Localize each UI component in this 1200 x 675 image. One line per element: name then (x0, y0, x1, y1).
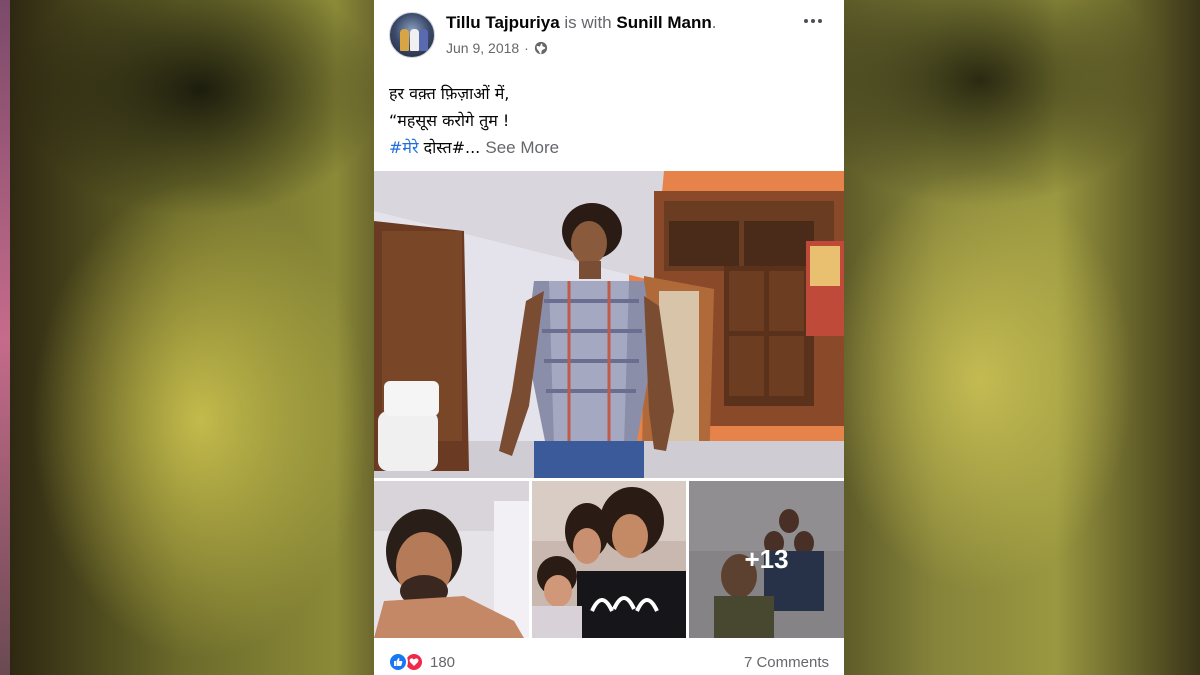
main-photo[interactable] (374, 171, 844, 478)
photo-thumb-2[interactable] (532, 481, 686, 638)
more-photos-overlay[interactable]: +13 (689, 481, 844, 638)
like-icon (388, 652, 408, 672)
main-photo-image (374, 171, 844, 478)
caption-line-2: “महसूस करोगे तुम ! (389, 111, 510, 130)
post-header: Tillu Tajpuriya is with Sunill Mann. Jun… (374, 0, 844, 70)
tagged-name[interactable]: Sunill Mann (616, 13, 711, 32)
photo-grid: +13 (374, 481, 844, 638)
caption-line-1: हर वक़्त फ़िज़ाओं में, (389, 84, 510, 103)
period: . (711, 13, 717, 32)
post-meta: Jun 9, 2018 · (446, 40, 548, 56)
meta-separator: · (524, 40, 529, 56)
post-caption: हर वक़्त फ़िज़ाओं में, “महसूस करोगे तुम … (389, 80, 829, 161)
photo-thumb-3[interactable]: +13 (689, 481, 844, 638)
with-text: is with (564, 13, 612, 32)
author-line: Tillu Tajpuriya is with Sunill Mann. (446, 13, 717, 33)
background-edge (0, 0, 10, 675)
caption-line-3-text: दोस्त#... (418, 138, 481, 157)
author-name[interactable]: Tillu Tajpuriya (446, 13, 560, 32)
photo-thumb-1[interactable] (374, 481, 529, 638)
globe-icon[interactable] (534, 41, 548, 55)
reaction-count: 180 (430, 653, 456, 671)
post-date[interactable]: Jun 9, 2018 (446, 40, 519, 56)
post-footer: 180 7 Comments (374, 640, 844, 675)
reactions-summary[interactable]: 180 (388, 652, 455, 672)
caption-line-3: #मेरे दोस्त#... See More (389, 134, 829, 161)
see-more-link[interactable]: See More (485, 138, 559, 157)
author-avatar[interactable] (389, 12, 435, 58)
facebook-post: Tillu Tajpuriya is with Sunill Mann. Jun… (374, 0, 844, 675)
hashtag-link[interactable]: #मेरे (389, 138, 419, 157)
more-options-icon[interactable] (800, 8, 826, 34)
comments-count[interactable]: 7 Comments (744, 654, 829, 671)
